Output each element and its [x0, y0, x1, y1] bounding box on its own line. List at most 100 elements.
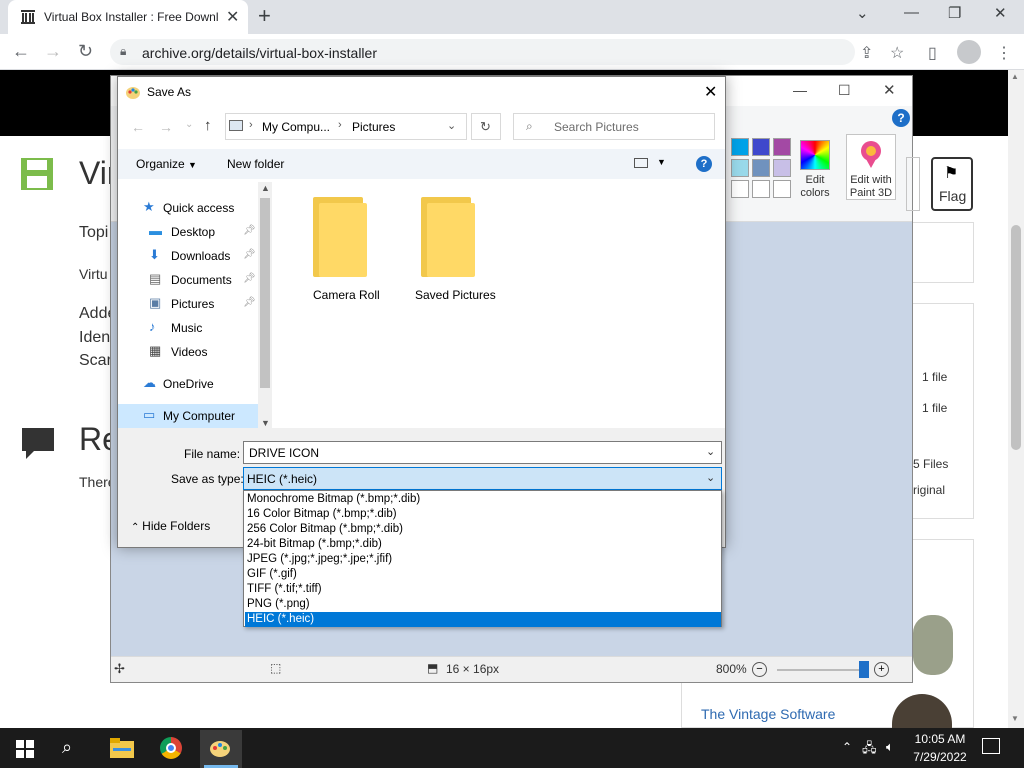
chrome-icon[interactable]	[160, 737, 182, 759]
flag-button[interactable]: ⚑ Flag	[931, 157, 973, 211]
restore-icon[interactable]: ❐	[948, 4, 961, 22]
paint-taskbar-button[interactable]	[200, 730, 242, 768]
nav-item-videos[interactable]: ▦ Videos	[118, 340, 258, 364]
color-swatch[interactable]	[773, 138, 791, 156]
files-label[interactable]: 5 Files	[913, 457, 948, 471]
paint-close-icon[interactable]: ✕	[883, 81, 896, 99]
menu-kebab-icon[interactable]: ⋮	[996, 43, 1012, 63]
file-type-option[interactable]: 256 Color Bitmap (*.bmp;*.dib)	[245, 522, 721, 537]
forward-icon[interactable]: →	[44, 41, 62, 62]
file-type-option[interactable]: Monochrome Bitmap (*.bmp;*.dib)	[245, 492, 721, 507]
file-type-option[interactable]: HEIC (*.heic)	[245, 612, 721, 627]
save-type-select[interactable]: HEIC (*.heic) ⌄	[243, 467, 722, 490]
nav-item-downloads[interactable]: ⬇ Downloads 📌︎	[118, 244, 258, 268]
paint-maximize-icon[interactable]: ☐	[838, 82, 851, 99]
dialog-recent-chevron-icon[interactable]: ⌄	[185, 119, 193, 130]
dialog-help-icon[interactable]: ?	[696, 156, 712, 172]
color-swatch[interactable]	[731, 159, 749, 177]
tab-search-chevron-icon[interactable]: ⌄	[856, 4, 869, 22]
volume-icon[interactable]: 🔈︎	[886, 739, 894, 755]
breadcrumb-pictures[interactable]: Pictures	[352, 120, 395, 134]
folder-saved-pictures[interactable]: Saved Pictures	[415, 197, 505, 307]
browser-tab[interactable]: Virtual Box Installer : Free Downl ✕	[8, 0, 248, 34]
color-swatch[interactable]	[731, 180, 749, 198]
file-type-option[interactable]: PNG (*.png)	[245, 597, 721, 612]
nav-item-documents[interactable]: ▤ Documents 📌︎	[118, 268, 258, 292]
edit-colors-icon[interactable]	[800, 140, 830, 170]
side-panel-icon[interactable]: ▯	[928, 43, 937, 63]
hide-folders-button[interactable]: ⌃ Hide Folders	[131, 519, 210, 533]
scroll-down-arrow-icon[interactable]: ▼	[1011, 714, 1019, 723]
color-swatch[interactable]	[773, 180, 791, 198]
minimize-icon[interactable]: —	[904, 4, 919, 21]
nav-item-my-computer[interactable]: ▭ My Computer	[118, 404, 258, 428]
dialog-search-input[interactable]: ⌕ Search Pictures	[513, 113, 715, 140]
tray-chevron-icon[interactable]: ⌃	[842, 740, 852, 754]
tab-close-icon[interactable]: ✕	[226, 7, 239, 27]
zoom-in-icon[interactable]: +	[874, 662, 889, 677]
ribbon-collapsed-group[interactable]	[906, 157, 920, 211]
original-label[interactable]: riginal	[913, 483, 945, 497]
color-swatch[interactable]	[752, 180, 770, 198]
nav-scroll-down-icon[interactable]: ▼	[261, 418, 270, 428]
nav-item-desktop[interactable]: ▬ Desktop 📌︎	[118, 220, 258, 244]
zoom-slider[interactable]	[777, 669, 869, 671]
reload-icon[interactable]: ↻	[78, 41, 93, 62]
search-taskbar-icon[interactable]: ⌕	[62, 737, 72, 758]
file-type-option[interactable]: JPEG (*.jpg;*.jpeg;*.jpe;*.jfif)	[245, 552, 721, 567]
nav-item-pictures[interactable]: ▣ Pictures 📌︎	[118, 292, 258, 316]
nav-item-onedrive[interactable]: ☁ OneDrive	[118, 372, 258, 396]
address-dropdown-icon[interactable]: ⌄	[447, 119, 456, 132]
file-explorer-icon[interactable]	[110, 738, 134, 758]
file-count-2[interactable]: 1 file	[922, 401, 947, 415]
file-type-option[interactable]: 24-bit Bitmap (*.bmp;*.dib)	[245, 537, 721, 552]
new-folder-button[interactable]: New folder	[227, 157, 284, 171]
dialog-up-icon[interactable]: ↑	[204, 117, 212, 134]
save-type-dropdown-icon[interactable]: ⌄	[706, 471, 715, 484]
color-swatch[interactable]	[731, 138, 749, 156]
folder-camera-roll[interactable]: Camera Roll	[312, 197, 392, 307]
dialog-close-icon[interactable]: ✕	[704, 82, 717, 102]
file-name-dropdown-icon[interactable]: ⌄	[706, 445, 715, 458]
clock-time[interactable]: 10:05 AM	[912, 732, 968, 746]
paint-minimize-icon[interactable]: —	[793, 82, 807, 98]
vintage-software-link[interactable]: The Vintage Software	[701, 706, 835, 722]
zoom-slider-thumb[interactable]	[859, 661, 869, 678]
share-icon[interactable]: ⇪	[860, 43, 873, 63]
view-options-icon[interactable]	[634, 158, 648, 168]
file-name-input[interactable]: DRIVE ICON ⌄	[243, 441, 722, 464]
dialog-back-icon[interactable]: ←	[131, 119, 145, 135]
back-icon[interactable]: ←	[12, 41, 30, 62]
nav-scroll-up-icon[interactable]: ▲	[261, 183, 270, 193]
file-type-option[interactable]: TIFF (*.tif;*.tiff)	[245, 582, 721, 597]
paint-help-icon[interactable]: ?	[892, 109, 910, 127]
color-swatch[interactable]	[752, 159, 770, 177]
collection-thumb-1[interactable]	[913, 615, 953, 675]
color-swatch[interactable]	[752, 138, 770, 156]
windows-start-icon[interactable]	[16, 740, 34, 758]
edit-colors-label[interactable]: Edit colors	[793, 174, 837, 200]
nav-item-music[interactable]: ♪ Music	[118, 316, 258, 340]
organize-button[interactable]: Organize ▼	[136, 157, 197, 171]
page-scrollbar-thumb[interactable]	[1011, 225, 1021, 450]
file-type-option[interactable]: GIF (*.gif)	[245, 567, 721, 582]
nav-item-quick-access[interactable]: ★ Quick access	[118, 196, 258, 220]
edit-paint3d-label[interactable]: Edit with Paint 3D	[846, 174, 896, 200]
breadcrumb-my-computer[interactable]: My Compu...	[262, 120, 330, 134]
network-icon[interactable]: 🖧︎	[862, 739, 877, 761]
bookmark-star-icon[interactable]: ☆	[890, 43, 904, 63]
clock-date[interactable]: 7/29/2022	[912, 750, 968, 764]
nav-scrollbar-thumb[interactable]	[260, 198, 270, 388]
zoom-out-icon[interactable]: −	[752, 662, 767, 677]
close-window-icon[interactable]: ✕	[994, 4, 1007, 22]
dialog-refresh-button[interactable]: ↻	[471, 113, 501, 140]
dialog-forward-icon[interactable]: →	[159, 119, 173, 135]
file-count-1[interactable]: 1 file	[922, 370, 947, 384]
color-swatch[interactable]	[773, 159, 791, 177]
view-dropdown-icon[interactable]: ▼	[657, 157, 666, 167]
profile-avatar[interactable]	[957, 40, 981, 64]
scroll-up-arrow-icon[interactable]: ▲	[1011, 72, 1019, 81]
file-type-option[interactable]: 16 Color Bitmap (*.bmp;*.dib)	[245, 507, 721, 522]
new-tab-icon[interactable]: +	[258, 3, 271, 29]
notifications-icon[interactable]	[982, 738, 1000, 754]
